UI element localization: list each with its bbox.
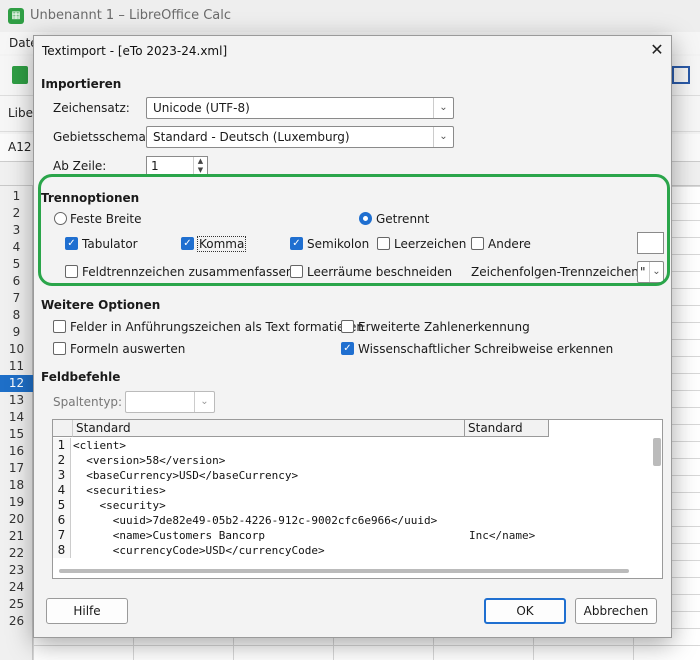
- row-header[interactable]: 18: [0, 477, 33, 494]
- chevron-down-icon: ⌄: [194, 392, 214, 412]
- row-header[interactable]: 19: [0, 494, 33, 511]
- detect-special-numbers-label: Erweiterte Zahlenerkennung: [358, 320, 530, 334]
- row-header[interactable]: 7: [0, 290, 33, 307]
- column-header-2[interactable]: Standard: [464, 420, 549, 437]
- row-header[interactable]: 10: [0, 341, 33, 358]
- row-header[interactable]: 3: [0, 222, 33, 239]
- quoted-as-text-label: Felder in Anführungszeichen als Text for…: [70, 320, 364, 334]
- row-header[interactable]: 13: [0, 392, 33, 409]
- row-header[interactable]: 8: [0, 307, 33, 324]
- preview-line: <security>: [73, 499, 166, 512]
- highlight-annotation: [38, 174, 670, 286]
- help-button[interactable]: Hilfe: [46, 598, 128, 624]
- dialog-title: Textimport - [eTo 2023-24.xml]: [42, 44, 228, 58]
- name-box[interactable]: A12: [8, 140, 31, 154]
- row-header[interactable]: 9: [0, 324, 33, 341]
- preview-line: <name>Customers Bancorp: [73, 529, 266, 542]
- calc-app-icon: ▦: [8, 8, 24, 24]
- vertical-scrollbar[interactable]: [653, 438, 661, 466]
- preview-line: <client>: [73, 439, 126, 452]
- row-header[interactable]: 17: [0, 460, 33, 477]
- preview-line: <baseCurrency>USD</baseCurrency>: [73, 469, 299, 482]
- preview-line: <uuid>7de82e49-05b2-4226-912c-9002cfc6e9…: [73, 514, 438, 527]
- import-preview[interactable]: Standard Standard 1 <client> 2 <version>58…: [52, 419, 663, 579]
- preview-cell-col2: Inc</name>: [469, 529, 536, 542]
- preview-line: <version>58</version>: [73, 454, 226, 467]
- fields-heading: Feldbefehle: [41, 370, 121, 384]
- row-header[interactable]: 25: [0, 596, 33, 613]
- locale-label: Gebietsschema:: [53, 130, 150, 144]
- scientific-notation-checkbox[interactable]: ✓: [341, 342, 354, 355]
- import-heading: Importieren: [41, 77, 122, 91]
- horizontal-scrollbar[interactable]: [59, 569, 629, 573]
- row-header[interactable]: 11: [0, 358, 33, 375]
- row-header[interactable]: 22: [0, 545, 33, 562]
- charset-label: Zeichensatz:: [53, 101, 130, 115]
- stepper-arrows-icon[interactable]: ▲ ▼: [193, 157, 207, 175]
- column-type-label: Spaltentyp:: [53, 395, 123, 409]
- preview-row-number: 2: [53, 453, 71, 468]
- locale-value: Standard - Deutsch (Luxemburg): [153, 130, 350, 144]
- row-header[interactable]: 23: [0, 562, 33, 579]
- preview-row-number: 5: [53, 498, 71, 513]
- app-title: Unbenannt 1 – LibreOffice Calc: [30, 8, 231, 23]
- row-header[interactable]: 4: [0, 239, 33, 256]
- evaluate-formulas-label: Formeln auswerten: [70, 342, 186, 356]
- from-row-value: 1: [151, 159, 159, 173]
- charset-value: Unicode (UTF-8): [153, 101, 250, 115]
- column-header-1[interactable]: Standard: [72, 420, 465, 437]
- chevron-down-icon: ⌄: [433, 98, 453, 118]
- evaluate-formulas-checkbox[interactable]: [53, 342, 66, 355]
- row-header[interactable]: 6: [0, 273, 33, 290]
- row-header[interactable]: 12: [0, 375, 33, 392]
- new-spreadsheet-icon[interactable]: [12, 66, 28, 84]
- column-type-select[interactable]: ⌄: [125, 391, 215, 413]
- preview-line: <securities>: [73, 484, 166, 497]
- row-header[interactable]: 1: [0, 188, 33, 205]
- row-header[interactable]: 21: [0, 528, 33, 545]
- row-header[interactable]: 20: [0, 511, 33, 528]
- from-row-label: Ab Zeile:: [53, 159, 107, 173]
- row-header[interactable]: 16: [0, 443, 33, 460]
- close-icon[interactable]: ✕: [648, 41, 666, 59]
- charset-select[interactable]: Unicode (UTF-8) ⌄: [146, 97, 454, 119]
- quoted-as-text-checkbox[interactable]: [53, 320, 66, 333]
- scientific-notation-label: Wissenschaftlicher Schreibweise erkennen: [358, 342, 614, 356]
- preview-row-number: 6: [53, 513, 71, 528]
- row-header[interactable]: 5: [0, 256, 33, 273]
- row-header[interactable]: 26: [0, 613, 33, 630]
- corner-cell: [53, 420, 72, 437]
- cancel-button[interactable]: Abbrechen: [575, 598, 657, 624]
- row-headers: 1 2 3 4 5 6 7 8 9 10 11 12 13 14 15 16 17 18 19 20 21 22 23 24 2…: [0, 186, 33, 660]
- ok-button[interactable]: OK: [484, 598, 566, 624]
- borders-icon[interactable]: [672, 66, 690, 84]
- detect-special-numbers-checkbox[interactable]: [341, 320, 354, 333]
- from-row-stepper[interactable]: 1 ▲ ▼: [146, 156, 208, 176]
- preview-line: <currencyCode>USD</currencyCode>: [73, 544, 325, 557]
- row-header[interactable]: 24: [0, 579, 33, 596]
- preview-row-number: 3: [53, 468, 71, 483]
- preview-row-number: 1: [53, 438, 71, 453]
- other-options-heading: Weitere Optionen: [41, 298, 161, 312]
- locale-select[interactable]: Standard - Deutsch (Luxemburg) ⌄: [146, 126, 454, 148]
- preview-row-number: 7: [53, 528, 71, 543]
- row-header[interactable]: 14: [0, 409, 33, 426]
- preview-row-number: 8: [53, 543, 71, 558]
- row-header[interactable]: 15: [0, 426, 33, 443]
- preview-row-number: 4: [53, 483, 71, 498]
- chevron-down-icon: ⌄: [433, 127, 453, 147]
- row-header[interactable]: 2: [0, 205, 33, 222]
